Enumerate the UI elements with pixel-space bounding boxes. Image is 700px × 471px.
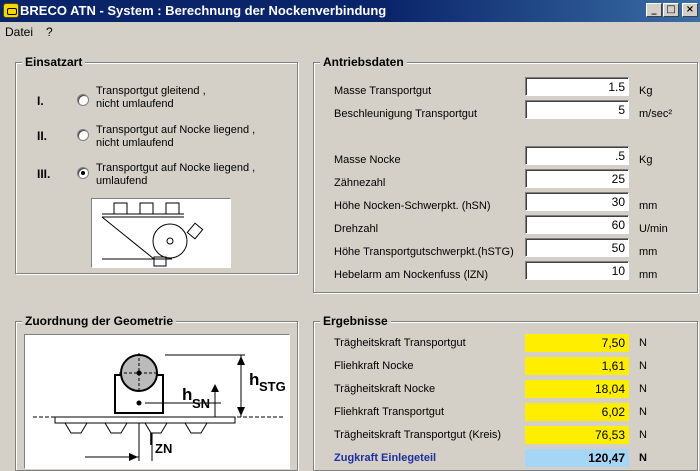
ergebnisse-title: Ergebnisse [320,314,391,328]
masse-nocke-label: Masse Nocke [334,154,401,166]
hsn-sub-text: SN [192,396,210,411]
hoehe-transportgut-unit: mm [639,246,658,258]
result-unit-0: N [639,337,647,349]
menu-help[interactable]: ? [46,25,53,39]
drehzahl-input[interactable]: 60 [525,215,629,234]
total-unit: N [639,452,647,464]
result-unit-1: N [639,360,647,372]
drehzahl-label: Drehzahl [334,223,379,235]
option-2-numeral: II. [37,129,48,143]
result-label-1: Fliehkraft Nocke [334,360,414,372]
result-label-3: Fliehkraft Transportgut [334,406,445,418]
geometrie-group: Zuordnung der Geometrie h STG h SN l ZN [15,314,298,471]
total-label: Zugkraft Einlegeteil [334,452,437,464]
option-3-label-1: Transportgut auf Nocke liegend , [96,162,256,174]
hoehe-transportgut-label: Höhe Transportgutschwerpkt.(hSTG) [334,246,514,258]
masse-transportgut-unit: Kg [639,85,653,97]
hstg-h-text: h [249,370,259,389]
lzn-l-text: l [149,430,154,449]
hoehe-nocken-label: Höhe Nocken-Schwerpkt. (hSN) [334,200,491,212]
result-unit-4: N [639,429,647,441]
ergebnisse-group: Ergebnisse Trägheitskraft Transportgut 7… [313,314,698,471]
option-2-radio[interactable] [77,129,89,141]
result-value-2: 18,04 [525,380,629,398]
hebelarm-label: Hebelarm am Nockenfuss (lZN) [334,269,489,281]
result-value-1: 1,61 [525,357,629,375]
beschleunigung-label: Beschleunigung Transportgut [334,108,478,120]
app-logo-icon [3,3,19,18]
option-3-radio[interactable] [77,167,89,179]
result-label-2: Trägheitskraft Nocke [334,383,436,395]
maximize-button[interactable]: □ [663,3,679,17]
hsn-h-text: h [182,385,192,404]
beschleunigung-unit: m/sec² [639,108,672,120]
option-1-numeral: I. [37,94,44,108]
geometry-diagram: h STG h SN l ZN [24,334,290,469]
hebelarm-input[interactable]: 10 [525,261,629,280]
hoehe-transportgut-input[interactable]: 50 [525,238,629,257]
result-label-0: Trägheitskraft Transportgut [334,337,466,349]
option-2-label-2: nicht umlaufend [96,137,174,149]
zaehnezahl-label: Zähnezahl [334,177,386,189]
result-unit-3: N [639,406,647,418]
einsatzart-group: Einsatzart I. Transportgut gleitend , ni… [15,55,298,274]
option-1-radio[interactable] [77,94,89,106]
beschleunigung-input[interactable]: 5 [525,100,629,119]
masse-transportgut-input[interactable]: 1.5 [525,77,629,96]
menu-bar: Datei ? [0,22,700,41]
result-label-4: Trägheitskraft Transportgut (Kreis) [334,429,502,441]
masse-nocke-unit: Kg [639,154,653,166]
geometrie-title: Zuordnung der Geometrie [22,314,177,328]
result-value-4: 76,53 [525,426,629,444]
lzn-sub-text: ZN [155,441,172,456]
masse-transportgut-label: Masse Transportgut [334,85,432,97]
result-unit-2: N [639,383,647,395]
option-1-label-1: Transportgut gleitend , [96,85,206,97]
window-title: BRECO ATN - System : Berechnung der Nock… [20,3,387,18]
conveyor-illustration [91,198,231,268]
drehzahl-unit: U/min [639,223,668,235]
einsatzart-title: Einsatzart [22,55,86,69]
close-button[interactable]: × [682,3,698,17]
result-value-3: 6,02 [525,403,629,421]
result-value-0: 7,50 [525,334,629,352]
masse-nocke-input[interactable]: .5 [525,146,629,165]
option-1-label-2: nicht umlaufend [96,98,174,110]
option-3-numeral: III. [37,167,51,181]
total-value: 120,47 [525,449,629,467]
antriebsdaten-group: Antriebsdaten Masse Transportgut 1.5 Kg … [313,55,698,293]
hoehe-nocken-input[interactable]: 30 [525,192,629,211]
conveyor-sketch-icon [101,202,204,267]
hebelarm-unit: mm [639,269,658,281]
geometry-sketch-icon: h STG h SN l ZN [33,353,286,461]
zaehnezahl-input[interactable]: 25 [525,169,629,188]
hoehe-nocken-unit: mm [639,200,658,212]
option-3-label-2: umlaufend [96,175,148,187]
menu-datei[interactable]: Datei [5,25,33,39]
option-2-label-1: Transportgut auf Nocke liegend , [96,124,256,136]
title-bar: BRECO ATN - System : Berechnung der Nock… [0,0,700,22]
antriebsdaten-title: Antriebsdaten [320,55,407,69]
minimize-button[interactable]: _ [646,3,662,17]
hstg-sub-text: STG [259,379,286,394]
